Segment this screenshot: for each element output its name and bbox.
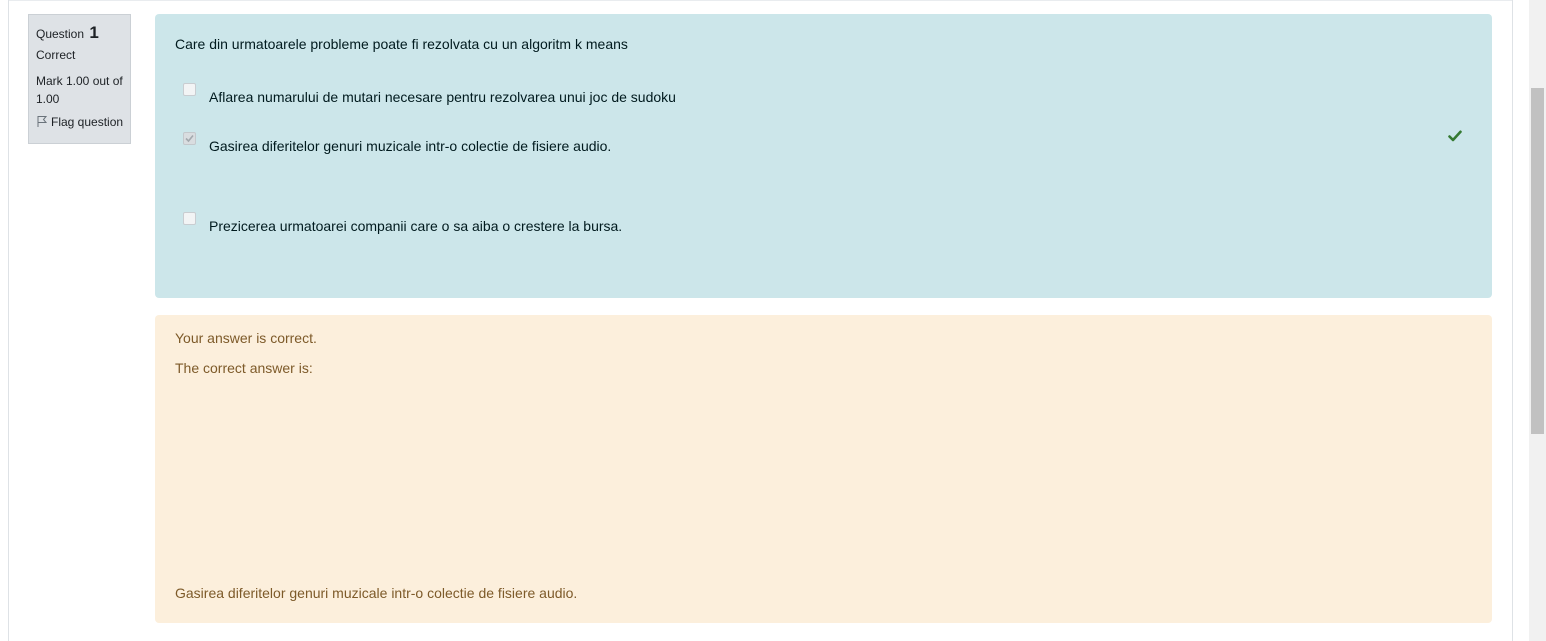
question-grade: Mark 1.00 out of 1.00 [36, 74, 123, 106]
question-number: Question 1 [36, 23, 123, 44]
page-left-border [8, 0, 9, 641]
flag-icon [36, 115, 48, 127]
answer-checkbox[interactable] [183, 83, 196, 96]
answer-checkbox-checked[interactable] [183, 132, 196, 145]
answer-label: Aflarea numarului de mutari necesare pen… [209, 89, 676, 105]
flag-question-link[interactable]: Flag question [36, 114, 123, 130]
correct-answer-text: Gasirea diferitelor genuri muzicale intr… [175, 585, 578, 601]
answer-checkbox[interactable] [183, 212, 196, 225]
question-number-value: 1 [89, 23, 99, 42]
scrollbar-thumb[interactable] [1531, 88, 1544, 434]
flag-question-label: Flag question [51, 115, 124, 129]
check-icon [1448, 129, 1462, 145]
answer-label: Gasirea diferitelor genuri muzicale intr… [209, 138, 612, 154]
question-label: Question [36, 27, 85, 41]
question-info-panel: Question 1 Correct Mark 1.00 out of 1.00… [28, 14, 131, 144]
feedback-result: Your answer is correct. [175, 330, 317, 346]
question-formulation: Care din urmatoarele probleme poate fi r… [155, 14, 1492, 298]
page-right-border [1512, 0, 1513, 641]
question-state: Correct [36, 48, 76, 62]
page-top-border [8, 0, 1513, 1]
correct-answer-label: The correct answer is: [175, 360, 313, 376]
answer-label: Prezicerea urmatoarei companii care o sa… [209, 218, 623, 234]
feedback-panel: Your answer is correct. The correct answ… [155, 315, 1492, 623]
question-text: Care din urmatoarele probleme poate fi r… [175, 36, 628, 52]
